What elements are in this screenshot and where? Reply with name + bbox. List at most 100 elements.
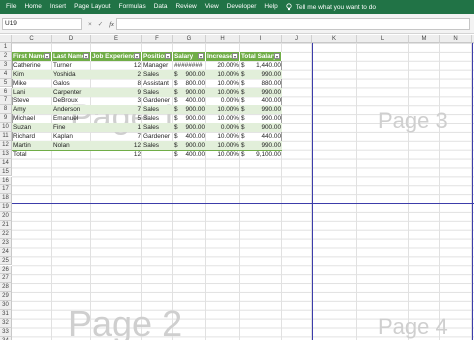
row-header[interactable]: 12 xyxy=(0,140,12,150)
table-row-experience[interactable]: 9 xyxy=(91,87,142,97)
table-header-cell[interactable]: Last Name ▾ xyxy=(52,51,91,61)
column-header[interactable]: H xyxy=(206,35,240,43)
table-row-first-name[interactable]: Kim xyxy=(12,69,52,79)
column-header[interactable]: I xyxy=(240,35,282,43)
row-header[interactable]: 1 xyxy=(0,43,12,52)
table-row-increase[interactable]: 0.00% xyxy=(206,123,240,133)
table-row-first-name[interactable]: Amy xyxy=(12,105,52,115)
table-row-last-name[interactable]: Nolan xyxy=(52,140,91,150)
total-row-last-name[interactable] xyxy=(52,150,91,159)
table-header-cell[interactable]: Increase ▾ xyxy=(206,51,240,61)
row-header[interactable]: 31 xyxy=(0,310,12,319)
row-header[interactable]: 30 xyxy=(0,301,12,310)
row-header[interactable]: 27 xyxy=(0,274,12,284)
table-row-increase[interactable]: 10.00% xyxy=(206,69,240,79)
row-header[interactable]: 15 xyxy=(0,167,12,177)
name-box[interactable]: U19 xyxy=(2,18,82,30)
total-row-experience[interactable]: 12 xyxy=(91,150,142,159)
select-all-corner[interactable] xyxy=(0,35,12,43)
row-header[interactable]: 2 xyxy=(0,51,12,61)
tab-view[interactable]: View xyxy=(201,0,223,14)
tab-file[interactable]: File xyxy=(0,0,20,14)
table-row-total[interactable]: $990.00 xyxy=(240,69,282,79)
table-row-salary[interactable]: $900.00 xyxy=(173,69,206,79)
table-row-salary[interactable]: $400.00 xyxy=(173,132,206,141)
tab-data[interactable]: Data xyxy=(150,0,172,14)
row-header[interactable]: 8 xyxy=(0,105,12,115)
table-row-first-name[interactable]: Suzan xyxy=(12,123,52,133)
tab-review[interactable]: Review xyxy=(171,0,200,14)
table-row-total[interactable]: $440.00 xyxy=(240,132,282,141)
tab-developer[interactable]: Developer xyxy=(223,0,261,14)
row-header[interactable]: 7 xyxy=(0,96,12,106)
table-row-position[interactable]: Sales xyxy=(142,123,173,133)
column-header[interactable]: L xyxy=(357,35,409,43)
row-header[interactable]: 5 xyxy=(0,78,12,88)
row-header[interactable]: 17 xyxy=(0,185,12,195)
table-row-last-name[interactable]: Galos xyxy=(52,79,91,88)
row-header[interactable]: 32 xyxy=(0,318,12,328)
column-header[interactable]: K xyxy=(312,35,357,43)
row-header[interactable]: 21 xyxy=(0,221,12,230)
row-header[interactable]: 11 xyxy=(0,132,12,141)
cancel-icon[interactable]: × xyxy=(88,21,92,28)
total-row-first-name[interactable]: Total xyxy=(12,150,52,159)
row-header[interactable]: 13 xyxy=(0,149,12,159)
table-row-total[interactable]: $880.00 xyxy=(240,79,282,88)
table-row-salary[interactable]: $800.00 xyxy=(173,79,206,88)
tab-page-layout[interactable]: Page Layout xyxy=(70,0,115,14)
row-header[interactable]: 14 xyxy=(0,158,12,168)
table-row-first-name[interactable]: Lani xyxy=(12,87,52,97)
table-row-increase[interactable]: 10.00% xyxy=(206,79,240,88)
table-row-salary[interactable]: $900.00 xyxy=(173,87,206,97)
table-header-cell[interactable]: Job Experience ▾ xyxy=(91,51,142,61)
table-row-first-name[interactable]: Steve xyxy=(12,96,52,105)
table-row-total[interactable]: $990.00 xyxy=(240,140,282,150)
row-header[interactable]: 28 xyxy=(0,283,12,293)
table-row-first-name[interactable]: Martin xyxy=(12,140,52,150)
table-row-experience[interactable]: 1 xyxy=(91,123,142,133)
table-row-position[interactable]: Sales xyxy=(142,140,173,150)
table-row-last-name[interactable]: Carpenter xyxy=(52,87,91,97)
row-header[interactable]: 6 xyxy=(0,87,12,97)
table-row-last-name[interactable]: Fine xyxy=(52,123,91,133)
tab-insert[interactable]: Insert xyxy=(46,0,70,14)
total-row-position[interactable] xyxy=(142,150,173,159)
table-row-increase[interactable]: 10.00% xyxy=(206,114,240,123)
table-header-cell[interactable]: Total Salary ▾ xyxy=(240,51,282,61)
table-row-increase[interactable]: 10.00% xyxy=(206,87,240,97)
table-row-last-name[interactable]: Emanuel xyxy=(52,114,91,123)
column-header[interactable]: C xyxy=(12,35,52,43)
table-row-last-name[interactable]: Turner xyxy=(52,61,91,70)
row-header[interactable]: 10 xyxy=(0,123,12,132)
row-header[interactable]: 22 xyxy=(0,229,12,239)
row-header[interactable]: 24 xyxy=(0,247,12,257)
table-row-position[interactable]: Sales xyxy=(142,114,173,123)
filter-dropdown-icon[interactable]: ▾ xyxy=(232,52,238,59)
table-row-first-name[interactable]: Richard xyxy=(12,132,52,141)
table-row-total[interactable]: $900.00 xyxy=(240,123,282,133)
table-row-salary[interactable]: $900.00 xyxy=(173,114,206,123)
row-header[interactable]: 16 xyxy=(0,176,12,186)
table-row-experience[interactable]: 5 xyxy=(91,114,142,123)
column-header[interactable]: N xyxy=(440,35,472,43)
table-row-total[interactable]: $1,440.00 xyxy=(240,61,282,70)
total-row-total[interactable]: $9,100.00 xyxy=(240,150,282,159)
table-row-experience[interactable]: 7 xyxy=(91,105,142,115)
table-row-position[interactable]: Sales xyxy=(142,87,173,97)
row-header[interactable]: 23 xyxy=(0,238,12,248)
table-row-experience[interactable]: 3 xyxy=(91,96,142,105)
table-row-last-name[interactable]: DeBroux xyxy=(52,96,91,105)
table-row-last-name[interactable]: Anderson xyxy=(52,105,91,115)
table-row-experience[interactable]: 7 xyxy=(91,132,142,141)
table-row-position[interactable]: Gardener xyxy=(142,96,173,105)
table-row-total[interactable]: $990.00 xyxy=(240,114,282,123)
table-row-position[interactable]: Manager xyxy=(142,61,173,70)
column-header[interactable]: F xyxy=(142,35,173,43)
table-row-increase[interactable]: 10.00% xyxy=(206,140,240,150)
total-row-increase[interactable]: 10.00% xyxy=(206,150,240,159)
row-header[interactable]: 26 xyxy=(0,265,12,275)
filter-dropdown-icon[interactable]: ▾ xyxy=(165,52,171,59)
table-row-first-name[interactable]: Mike xyxy=(12,79,52,88)
column-header[interactable]: G xyxy=(173,35,206,43)
